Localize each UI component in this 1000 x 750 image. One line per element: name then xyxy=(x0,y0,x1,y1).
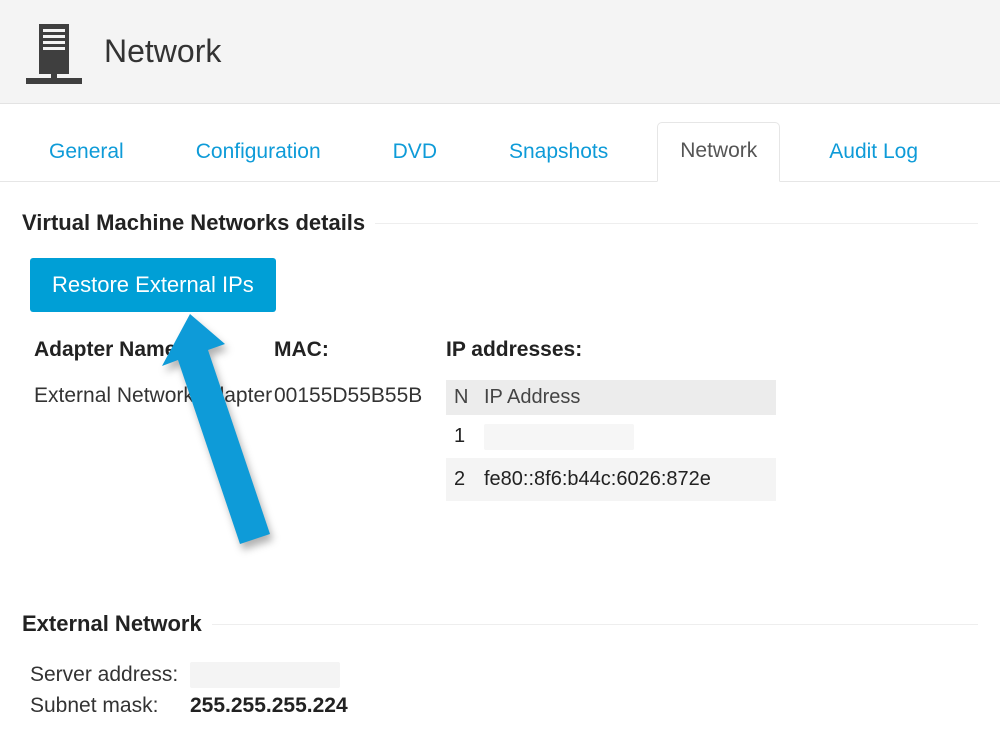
subnet-mask-value: 255.255.255.224 xyxy=(190,694,348,718)
page-header: Network xyxy=(0,0,1000,104)
ip-head-n: N xyxy=(446,386,480,409)
subnet-mask-label: Subnet mask: xyxy=(30,694,190,718)
heading-rule xyxy=(375,223,978,224)
tab-general[interactable]: General xyxy=(26,123,147,182)
tab-dvd[interactable]: DVD xyxy=(370,123,460,182)
mac-value: 00155D55B55B xyxy=(274,380,446,413)
tab-configuration[interactable]: Configuration xyxy=(173,123,344,182)
vm-details-grid: Adapter Name: External Network Adapter M… xyxy=(22,338,978,501)
mac-label: MAC: xyxy=(274,338,446,362)
ip-head-addr: IP Address xyxy=(480,386,776,409)
adapter-name-label: Adapter Name: xyxy=(34,338,274,362)
restore-external-ips-button[interactable]: Restore External IPs xyxy=(30,258,276,312)
ip-table-head: N IP Address xyxy=(446,380,776,415)
tab-snapshots[interactable]: Snapshots xyxy=(486,123,631,182)
subnet-mask-row: Subnet mask: 255.255.255.224 xyxy=(22,691,978,721)
redacted-value xyxy=(190,662,340,688)
col-adapter: Adapter Name: External Network Adapter xyxy=(34,338,274,501)
table-row: 2 fe80::8f6:b44c:6026:872e xyxy=(446,458,776,501)
section-heading-vm-details: Virtual Machine Networks details xyxy=(22,210,978,236)
server-icon xyxy=(26,24,82,86)
ip-row-addr: fe80::8f6:b44c:6026:872e xyxy=(480,468,776,491)
adapter-name-value: External Network Adapter xyxy=(34,380,274,413)
tab-network[interactable]: Network xyxy=(657,122,780,182)
table-row: 1 xyxy=(446,415,776,458)
redacted-value xyxy=(484,424,634,450)
ip-row-n: 2 xyxy=(446,468,480,491)
ip-row-addr xyxy=(480,424,776,450)
tab-audit-log[interactable]: Audit Log xyxy=(806,123,941,182)
heading-rule xyxy=(212,624,978,625)
page-title: Network xyxy=(104,33,221,70)
tab-bar: General Configuration DVD Snapshots Netw… xyxy=(0,104,1000,182)
section-heading-external-network: External Network xyxy=(22,611,978,637)
section-heading-text: External Network xyxy=(22,611,202,637)
ip-label: IP addresses: xyxy=(446,338,776,362)
external-network-section: External Network Server address: Subnet … xyxy=(22,611,978,721)
col-mac: MAC: 00155D55B55B xyxy=(274,338,446,501)
server-address-row: Server address: xyxy=(22,659,978,691)
ip-row-n: 1 xyxy=(446,425,480,448)
content-area: Virtual Machine Networks details Restore… xyxy=(0,182,1000,721)
col-ip: IP addresses: N IP Address 1 2 fe80::8f6… xyxy=(446,338,776,501)
server-address-label: Server address: xyxy=(30,663,190,687)
section-heading-text: Virtual Machine Networks details xyxy=(22,210,365,236)
ip-table: N IP Address 1 2 fe80::8f6:b44c:6026:872… xyxy=(446,380,776,501)
